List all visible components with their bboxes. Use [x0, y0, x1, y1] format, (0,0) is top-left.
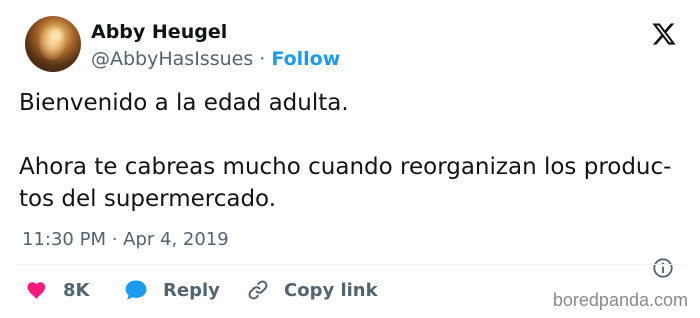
tweet-paragraph-2-line-1: Ahora te cabreas mucho cuando reorganiza… [19, 154, 672, 180]
author-handle-row: @AbbyHasIssues · Follow [91, 47, 340, 71]
reply-bubble-icon [125, 280, 147, 300]
divider [16, 264, 684, 265]
avatar[interactable] [25, 16, 81, 72]
like-button[interactable]: 8K [25, 276, 89, 304]
tweet-card: Abby Heugel @AbbyHasIssues · Follow Bien… [0, 0, 700, 318]
copy-link-label: Copy link [284, 279, 378, 301]
author-name[interactable]: Abby Heugel [91, 20, 227, 44]
avatar-photo-highlight [39, 26, 65, 60]
reply-button[interactable]: Reply [123, 276, 220, 304]
separator-dot: · [259, 48, 266, 70]
watermark: boredpanda.com [552, 290, 688, 310]
author-handle[interactable]: @AbbyHasIssues [91, 48, 253, 70]
follow-button[interactable]: Follow [271, 48, 340, 70]
reply-label: Reply [163, 279, 220, 301]
x-logo-icon[interactable] [650, 21, 678, 47]
heart-icon [27, 282, 46, 300]
link-icon [248, 280, 268, 300]
copy-link-button[interactable]: Copy link [246, 276, 378, 304]
tweet-paragraph-2-line-2: tos del supermercado. [19, 186, 277, 212]
tweet-timestamp[interactable]: 11:30 PM · Apr 4, 2019 [22, 229, 229, 251]
like-count: 8K [63, 279, 90, 301]
tweet-paragraph-1: Bienvenido a la edad adulta. [19, 90, 349, 116]
tweet-text: Bienvenido a la edad adulta. Ahora te ca… [19, 87, 687, 215]
